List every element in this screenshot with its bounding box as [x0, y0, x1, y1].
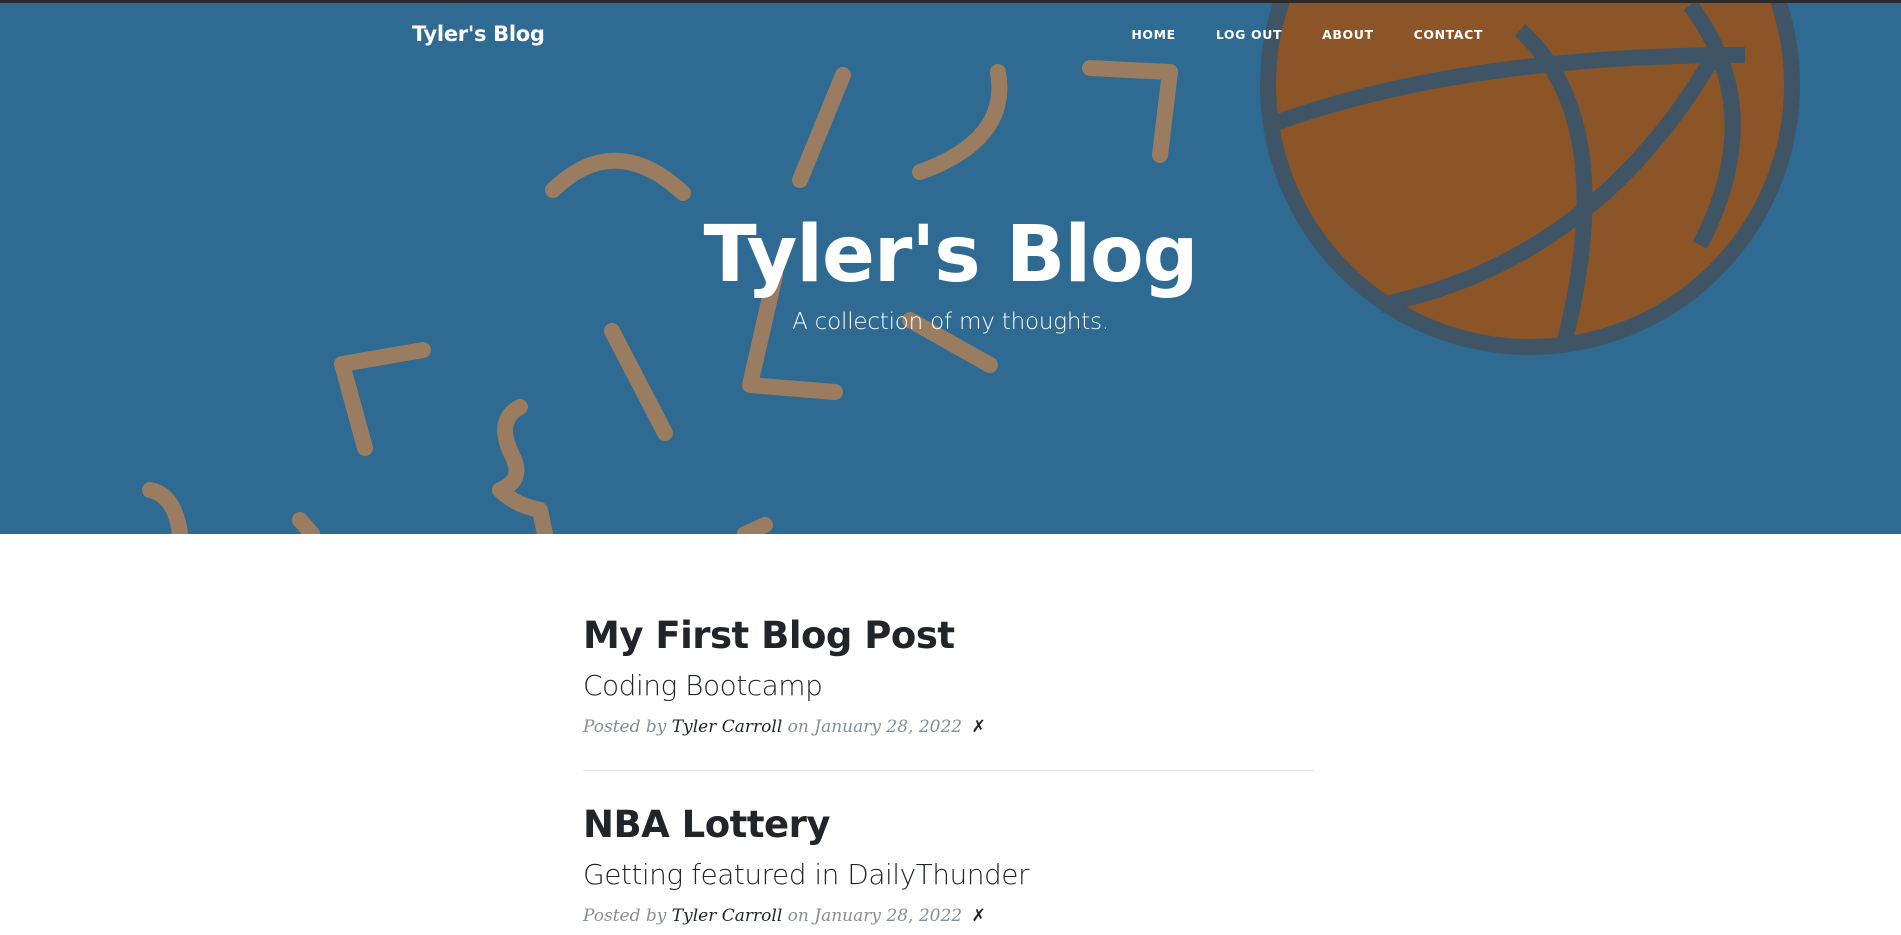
divider: [583, 770, 1314, 771]
post-title: NBA Lottery: [583, 803, 831, 846]
navbar: Tyler's Blog HOME LOG OUT ABOUT CONTACT: [0, 0, 1901, 70]
post-list: My First Blog Post Coding Bootcamp Poste…: [583, 610, 1314, 929]
posted-by-label: Posted by: [583, 717, 667, 737]
delete-post-icon[interactable]: ✗: [972, 906, 986, 926]
author-link[interactable]: Tyler Carroll: [672, 717, 782, 737]
post-preview: My First Blog Post Coding Bootcamp Poste…: [583, 610, 1314, 740]
nav-contact[interactable]: CONTACT: [1414, 27, 1483, 42]
nav-about[interactable]: ABOUT: [1322, 27, 1374, 42]
posted-by-label: Posted by: [583, 906, 667, 926]
nav-home[interactable]: HOME: [1131, 27, 1175, 42]
hero: Tyler's Blog A collection of my thoughts…: [0, 205, 1901, 335]
post-date: on January 28, 2022: [787, 906, 963, 926]
author-link[interactable]: Tyler Carroll: [672, 906, 782, 926]
nav-logout[interactable]: LOG OUT: [1216, 27, 1282, 42]
brand-link[interactable]: Tyler's Blog: [412, 22, 545, 46]
page-title: Tyler's Blog: [703, 210, 1199, 300]
nav-links: HOME LOG OUT ABOUT CONTACT: [1091, 27, 1483, 42]
delete-post-icon[interactable]: ✗: [972, 717, 986, 737]
page-subtitle: A collection of my thoughts.: [792, 309, 1109, 335]
post-date: on January 28, 2022: [787, 717, 963, 737]
top-border: [0, 0, 1901, 3]
post-link[interactable]: My First Blog Post Coding Bootcamp: [583, 610, 1314, 706]
post-meta: Posted by Tyler Carroll on January 28, 2…: [583, 714, 1314, 740]
post-title: My First Blog Post: [583, 614, 955, 657]
post-link[interactable]: NBA Lottery Getting featured in DailyThu…: [583, 799, 1314, 895]
post-meta: Posted by Tyler Carroll on January 28, 2…: [583, 903, 1314, 929]
post-preview: NBA Lottery Getting featured in DailyThu…: [583, 799, 1314, 929]
post-subtitle: Coding Bootcamp: [583, 669, 823, 702]
post-subtitle: Getting featured in DailyThunder: [583, 858, 1030, 891]
